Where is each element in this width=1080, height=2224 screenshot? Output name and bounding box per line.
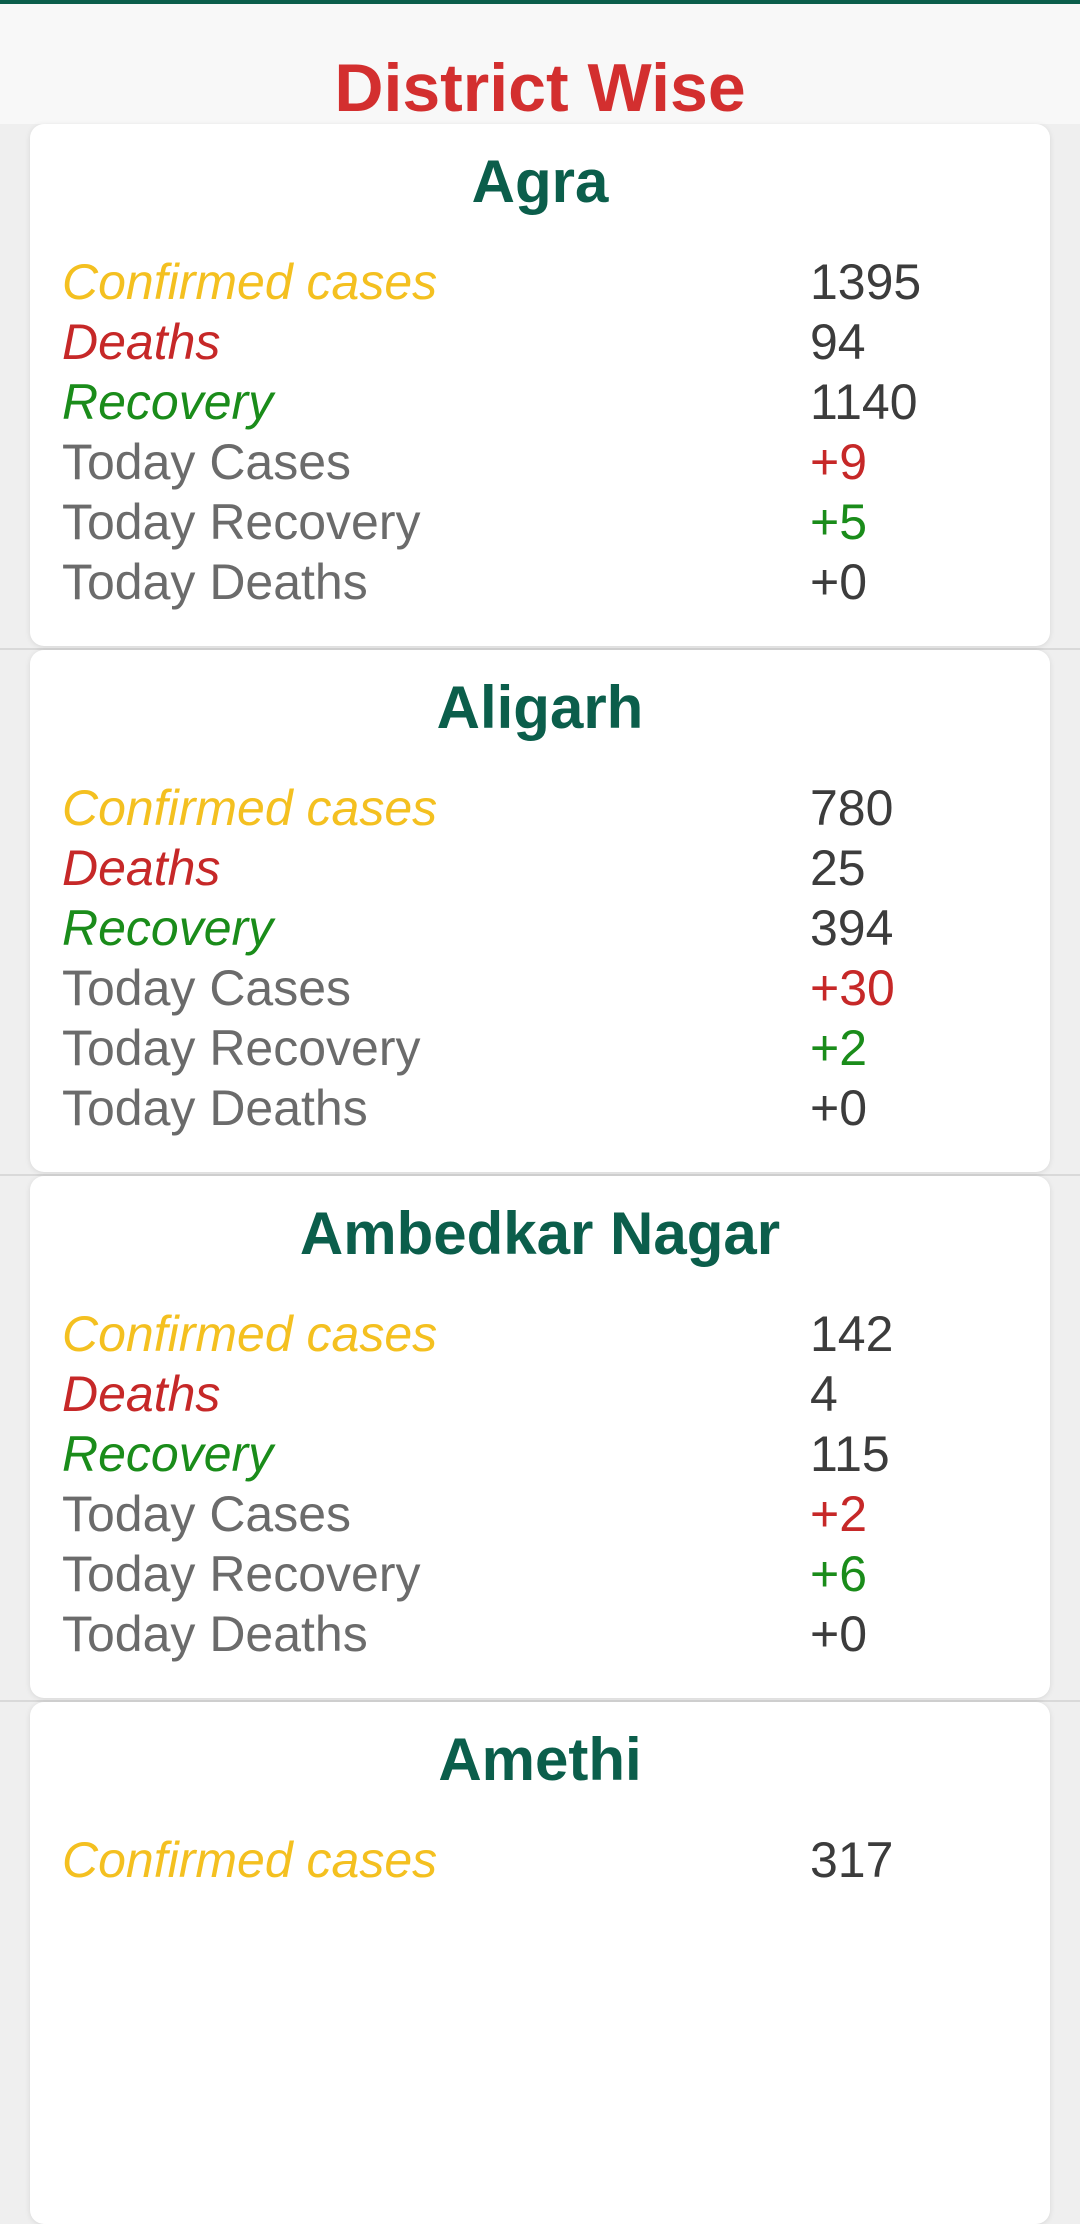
- district-card-amethi[interactable]: Amethi Confirmed cases 317: [30, 1702, 1050, 2224]
- confirmed-row: Confirmed cases 142: [62, 1304, 1022, 1364]
- today-recovery-value: +5: [810, 494, 868, 550]
- today-cases-row: Today Cases +2: [62, 1484, 1022, 1544]
- district-card-ambedkar-nagar[interactable]: Ambedkar Nagar Confirmed cases 142 Death…: [30, 1176, 1050, 1698]
- today-deaths-row: Today Deaths +0: [62, 1604, 1022, 1664]
- confirmed-value: 317: [810, 1832, 894, 1888]
- confirmed-label: Confirmed cases: [62, 1832, 438, 1888]
- today-recovery-row: Today Recovery +5: [62, 492, 1022, 552]
- today-deaths-row: Today Deaths +0: [62, 552, 1022, 612]
- district-card-agra[interactable]: Agra Confirmed cases 1395 Deaths 94 Reco…: [30, 124, 1050, 646]
- recovery-row: Recovery 394: [62, 898, 1022, 958]
- today-cases-label: Today Cases: [62, 1486, 352, 1542]
- today-deaths-label: Today Deaths: [62, 1080, 368, 1136]
- recovery-label: Recovery: [62, 374, 274, 430]
- recovery-row: Recovery 115: [62, 1424, 1022, 1484]
- today-cases-value: +2: [810, 1486, 868, 1542]
- today-recovery-value: +6: [810, 1546, 868, 1602]
- deaths-value: 94: [810, 314, 866, 370]
- confirmed-row: Confirmed cases 780: [62, 778, 1022, 838]
- today-deaths-label: Today Deaths: [62, 1606, 368, 1662]
- confirmed-value: 142: [810, 1306, 894, 1362]
- today-recovery-row: Today Recovery +2: [62, 1018, 1022, 1078]
- deaths-value: 4: [810, 1366, 838, 1422]
- recovery-value: 115: [810, 1426, 890, 1482]
- header: District Wise: [0, 4, 1080, 126]
- confirmed-value: 780: [810, 780, 894, 836]
- recovery-value: 394: [810, 900, 894, 956]
- today-deaths-label: Today Deaths: [62, 554, 368, 610]
- today-cases-row: Today Cases +9: [62, 432, 1022, 492]
- deaths-label: Deaths: [62, 314, 221, 370]
- recovery-row: Recovery 1140: [62, 372, 1022, 432]
- today-recovery-row: Today Recovery +6: [62, 1544, 1022, 1604]
- confirmed-label: Confirmed cases: [62, 780, 438, 836]
- page-title: District Wise: [334, 50, 746, 126]
- district-name: Agra: [471, 148, 609, 215]
- recovery-label: Recovery: [62, 1426, 274, 1482]
- today-deaths-value: +0: [810, 554, 868, 610]
- today-deaths-value: +0: [810, 1606, 868, 1662]
- district-card-aligarh[interactable]: Aligarh Confirmed cases 780 Deaths 25 Re…: [30, 650, 1050, 1172]
- deaths-row: Deaths 25: [62, 838, 1022, 898]
- today-recovery-label: Today Recovery: [62, 1546, 421, 1602]
- deaths-value: 25: [810, 840, 866, 896]
- today-recovery-label: Today Recovery: [62, 1020, 421, 1076]
- confirmed-row: Confirmed cases 1395: [62, 252, 1022, 312]
- district-name: Amethi: [438, 1726, 642, 1793]
- deaths-row: Deaths 94: [62, 312, 1022, 372]
- recovery-value: 1140: [810, 374, 918, 430]
- today-cases-row: Today Cases +30: [62, 958, 1022, 1018]
- recovery-label: Recovery: [62, 900, 274, 956]
- today-recovery-value: +2: [810, 1020, 868, 1076]
- today-deaths-row: Today Deaths +0: [62, 1078, 1022, 1138]
- district-name: Ambedkar Nagar: [299, 1200, 781, 1267]
- confirmed-value: 1395: [810, 254, 922, 310]
- confirmed-row: Confirmed cases 317: [62, 1830, 1022, 1890]
- today-cases-label: Today Cases: [62, 960, 352, 1016]
- deaths-label: Deaths: [62, 1366, 221, 1422]
- deaths-row: Deaths 4: [62, 1364, 1022, 1424]
- today-cases-label: Today Cases: [62, 434, 352, 490]
- today-recovery-label: Today Recovery: [62, 494, 421, 550]
- today-cases-value: +9: [810, 434, 868, 490]
- confirmed-label: Confirmed cases: [62, 254, 438, 310]
- deaths-label: Deaths: [62, 840, 221, 896]
- confirmed-label: Confirmed cases: [62, 1306, 438, 1362]
- today-deaths-value: +0: [810, 1080, 868, 1136]
- today-cases-value: +30: [810, 960, 895, 1016]
- district-name: Aligarh: [436, 674, 644, 741]
